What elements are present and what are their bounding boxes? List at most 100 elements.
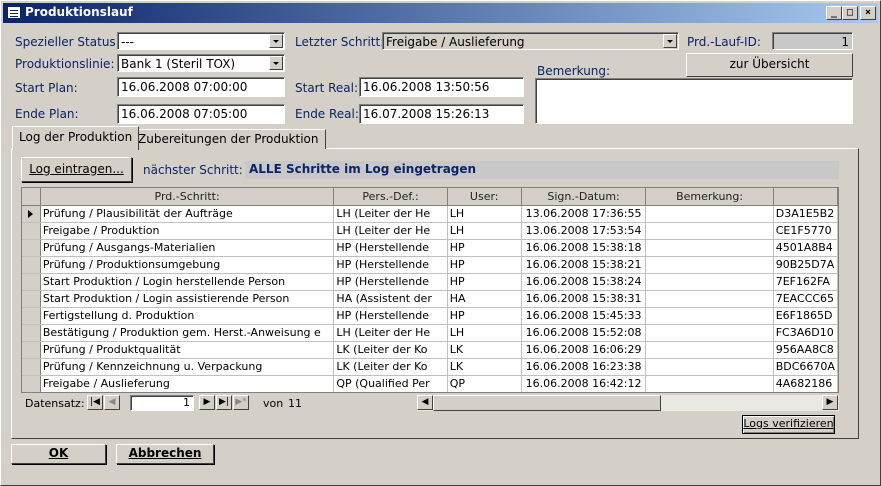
last-record-icon[interactable]: ▶| bbox=[216, 395, 232, 410]
cell-user[interactable]: LH bbox=[447, 324, 522, 342]
cell-signatur[interactable]: 4A682186 bbox=[773, 375, 838, 392]
cell-datum[interactable]: 16.06.2008 16:23:38 bbox=[521, 358, 647, 376]
row-selector[interactable] bbox=[22, 290, 41, 308]
table-row[interactable]: Fertigstellung d. Produktion HP (Herstell… bbox=[22, 307, 838, 325]
start-plan-field[interactable]: 16.06.2008 07:00:00 bbox=[117, 77, 285, 97]
row-selector[interactable] bbox=[22, 358, 41, 376]
ende-real-field[interactable]: 16.07.2008 15:26:13 bbox=[359, 104, 524, 124]
cell-bemerkung[interactable] bbox=[645, 273, 774, 291]
cell-schritt[interactable]: Prüfung / Ausgangs-Materialien bbox=[40, 239, 335, 257]
row-selector[interactable] bbox=[22, 256, 41, 274]
tab-zubereitungen[interactable]: Zubereitungen der Produktion bbox=[131, 129, 326, 149]
chevron-down-icon[interactable] bbox=[269, 56, 283, 70]
table-row[interactable]: Start Produktion / Login assistierende P… bbox=[22, 290, 838, 308]
cell-bemerkung[interactable] bbox=[645, 358, 774, 376]
cell-schritt[interactable]: Start Produktion / Login herstellende Pe… bbox=[40, 273, 335, 291]
column-header[interactable]: Sign.-Datum: bbox=[521, 188, 647, 206]
table-row[interactable]: Prüfung / Ausgangs-Materialien HP (Herste… bbox=[22, 239, 838, 257]
cell-schritt[interactable]: Freigabe / Produktion bbox=[40, 222, 335, 240]
cell-signatur[interactable]: 956AA8C8 bbox=[773, 341, 838, 359]
table-row[interactable]: Prüfung / Produktqualität LK (Leiter der … bbox=[22, 341, 838, 359]
cell-user[interactable]: LH bbox=[447, 205, 522, 223]
chevron-down-icon[interactable] bbox=[663, 34, 677, 48]
maximize-button[interactable]: □ bbox=[842, 6, 858, 20]
cell-datum[interactable]: 16.06.2008 15:38:24 bbox=[521, 273, 647, 291]
cell-datum[interactable]: 16.06.2008 15:45:33 bbox=[521, 307, 647, 325]
table-row[interactable]: Freigabe / Produktion LH (Leiter der He LH… bbox=[22, 222, 838, 240]
cell-bemerkung[interactable] bbox=[645, 324, 774, 342]
cell-person[interactable]: HA (Assistent der bbox=[333, 290, 448, 308]
produktionslinie-select[interactable]: Bank 1 (Steril TOX) bbox=[117, 54, 285, 72]
cell-person[interactable]: HP (Herstellende bbox=[333, 256, 448, 274]
scroll-thumb[interactable] bbox=[433, 395, 661, 411]
cell-schritt[interactable]: Prüfung / Kennzeichnung u. Verpackung bbox=[40, 358, 335, 376]
logs-verifizieren-button[interactable]: Logs verifizieren bbox=[742, 415, 835, 434]
row-selector[interactable] bbox=[22, 239, 41, 257]
cell-person[interactable]: LH (Leiter der He bbox=[333, 222, 448, 240]
letzter-schritt-select[interactable]: Freigabe / Auslieferung bbox=[382, 32, 679, 50]
cell-schritt[interactable]: Prüfung / Plausibilität der Aufträge bbox=[40, 205, 335, 223]
cell-schritt[interactable]: Fertigstellung d. Produktion bbox=[40, 307, 335, 325]
row-selector[interactable] bbox=[22, 324, 41, 342]
table-row[interactable]: Freigabe / Auslieferung QP (Qualified Per… bbox=[22, 375, 838, 392]
cell-person[interactable]: LK (Leiter der Ko bbox=[333, 341, 448, 359]
cell-datum[interactable]: 16.06.2008 15:52:08 bbox=[521, 324, 647, 342]
tab-log[interactable]: Log der Produktion bbox=[12, 126, 140, 150]
log-eintragen-button[interactable]: Log eintragen... bbox=[21, 157, 132, 182]
chevron-down-icon[interactable] bbox=[269, 34, 283, 48]
cell-user[interactable]: LK bbox=[447, 341, 522, 359]
cell-bemerkung[interactable] bbox=[645, 256, 774, 274]
cell-datum[interactable]: 16.06.2008 15:38:21 bbox=[521, 256, 647, 274]
row-selector[interactable] bbox=[22, 205, 41, 223]
cell-person[interactable]: LK (Leiter der Ko bbox=[333, 358, 448, 376]
row-selector[interactable] bbox=[22, 273, 41, 291]
cell-bemerkung[interactable] bbox=[645, 375, 774, 392]
cell-datum[interactable]: 16.06.2008 15:38:18 bbox=[521, 239, 647, 257]
cell-signatur[interactable]: E6F1865D bbox=[773, 307, 838, 325]
cell-user[interactable]: QP bbox=[447, 375, 522, 392]
column-header[interactable]: Bemerkung: bbox=[645, 188, 774, 206]
next-record-icon[interactable]: ▶ bbox=[199, 395, 215, 410]
cell-user[interactable]: HA bbox=[447, 290, 522, 308]
column-header[interactable]: User: bbox=[447, 188, 522, 206]
cell-person[interactable]: QP (Qualified Per bbox=[333, 375, 448, 392]
row-selector[interactable] bbox=[22, 341, 41, 359]
table-row[interactable]: Start Produktion / Login herstellende Pe… bbox=[22, 273, 838, 291]
cell-person[interactable]: LH (Leiter der He bbox=[333, 324, 448, 342]
table-row[interactable]: Prüfung / Kennzeichnung u. Verpackung LK … bbox=[22, 358, 838, 376]
cell-bemerkung[interactable] bbox=[645, 222, 774, 240]
cell-datum[interactable]: 16.06.2008 16:06:29 bbox=[521, 341, 647, 359]
cell-user[interactable]: HP bbox=[447, 256, 522, 274]
new-record-icon[interactable]: ▶* bbox=[233, 395, 249, 410]
cell-bemerkung[interactable] bbox=[645, 205, 774, 223]
first-record-icon[interactable]: |◀ bbox=[87, 395, 103, 410]
cell-schritt[interactable]: Bestätigung / Produktion gem. Herst.-Anw… bbox=[40, 324, 335, 342]
prev-record-icon[interactable]: ◀ bbox=[104, 395, 120, 410]
cell-bemerkung[interactable] bbox=[645, 239, 774, 257]
bemerkung-field[interactable] bbox=[535, 78, 853, 124]
cell-schritt[interactable]: Prüfung / Produktqualität bbox=[40, 341, 335, 359]
row-selector[interactable] bbox=[22, 307, 41, 325]
cell-bemerkung[interactable] bbox=[645, 341, 774, 359]
scroll-left-icon[interactable]: ◀ bbox=[417, 395, 433, 410]
start-real-field[interactable]: 16.06.2008 13:50:56 bbox=[359, 77, 524, 97]
cell-datum[interactable]: 16.06.2008 15:38:31 bbox=[521, 290, 647, 308]
minimize-button[interactable]: _ bbox=[826, 6, 842, 20]
ende-plan-field[interactable]: 16.06.2008 07:05:00 bbox=[117, 104, 285, 124]
table-row[interactable]: Prüfung / Produktionsumgebung HP (Herstel… bbox=[22, 256, 838, 274]
cell-user[interactable]: HP bbox=[447, 239, 522, 257]
overview-button[interactable]: zur Übersicht bbox=[686, 53, 853, 77]
cell-user[interactable]: LH bbox=[447, 222, 522, 240]
ok-button[interactable]: OK bbox=[11, 444, 106, 464]
horizontal-scrollbar[interactable]: ◀ ▶ bbox=[417, 395, 839, 411]
cell-user[interactable]: LK bbox=[447, 358, 522, 376]
cell-bemerkung[interactable] bbox=[645, 307, 774, 325]
scroll-right-icon[interactable]: ▶ bbox=[822, 395, 838, 410]
cell-schritt[interactable]: Freigabe / Auslieferung bbox=[40, 375, 335, 392]
cell-person[interactable]: LH (Leiter der He bbox=[333, 205, 448, 223]
cell-datum[interactable]: 13.06.2008 17:53:54 bbox=[521, 222, 647, 240]
cell-signatur[interactable]: 7EACCC65 bbox=[773, 290, 838, 308]
cell-signatur[interactable]: FC3A6D10 bbox=[773, 324, 838, 342]
row-selector[interactable] bbox=[22, 375, 41, 392]
close-button[interactable]: × bbox=[860, 6, 876, 20]
